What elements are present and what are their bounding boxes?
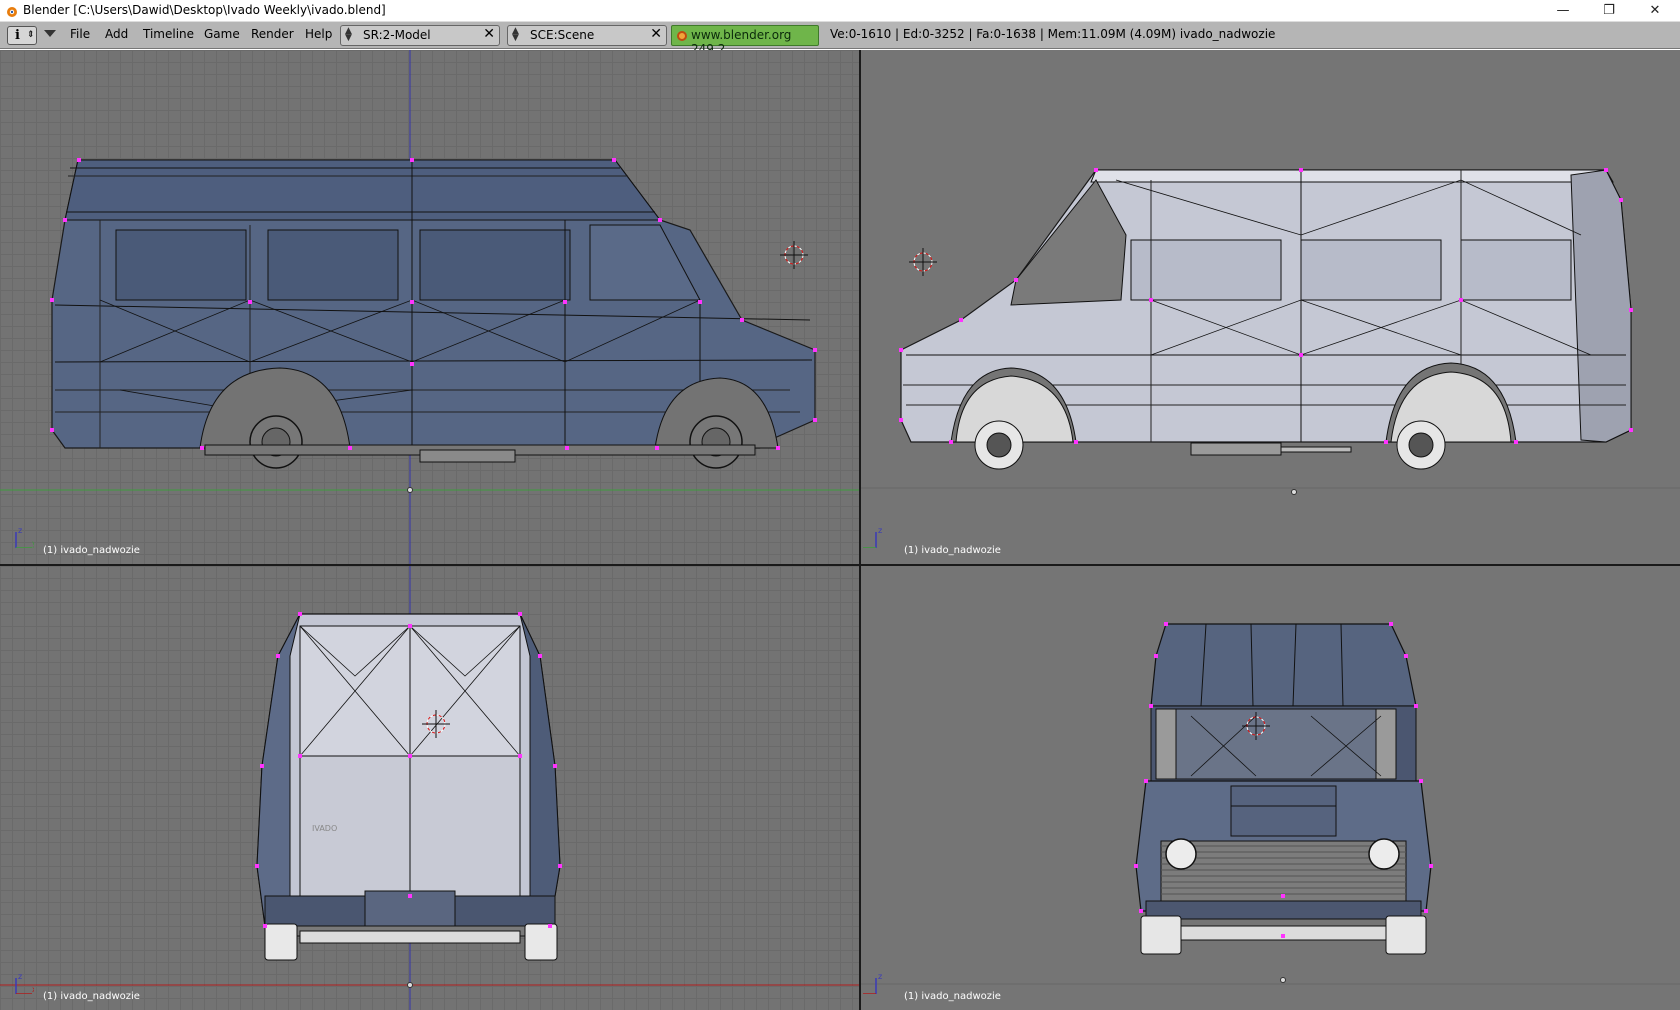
blender-header: i ⇕ File Add Timeline Game Render Help ▲ ▼… bbox=[0, 22, 1680, 56]
van-side-shaded-mesh bbox=[861, 168, 1680, 495]
van-rear-mesh: IVADO bbox=[0, 566, 859, 1010]
scene-stats: Ve:0-1610 | Ed:0-3252 | Fa:0-1638 | Mem:… bbox=[830, 27, 1276, 41]
viewport-side-left[interactable]: z y (1) ivado_nadwozie bbox=[0, 50, 859, 564]
screen-selector[interactable]: ▲ ▼ SR:2-Model ✕ bbox=[340, 25, 500, 46]
viewport-object-label: (1) ivado_nadwozie bbox=[43, 545, 140, 556]
updown-arrows-icon: ▲ ▼ bbox=[345, 26, 352, 43]
info-icon: i bbox=[15, 28, 20, 43]
viewport-vertical-divider[interactable] bbox=[859, 50, 861, 1010]
van-side-mesh bbox=[0, 50, 859, 564]
viewport-rear[interactable]: IVADO z x (1) ivado_nadwozie bbox=[0, 566, 859, 1010]
blender-logo-icon bbox=[677, 31, 687, 41]
delete-screen-icon[interactable]: ✕ bbox=[483, 26, 495, 42]
svg-text:x: x bbox=[32, 985, 34, 994]
collapse-menu-icon[interactable] bbox=[44, 30, 56, 37]
svg-text:z: z bbox=[878, 972, 882, 981]
axis-gizmo-icon: z y bbox=[15, 526, 34, 548]
scene-selector[interactable]: ▲ ▼ SCE:Scene ✕ bbox=[507, 25, 667, 46]
viewport-side-right[interactable]: z (1) ivado_nadwozie bbox=[861, 50, 1680, 564]
viewport-object-label: (1) ivado_nadwozie bbox=[904, 545, 1001, 556]
menu-file[interactable]: File bbox=[70, 27, 90, 41]
updown-arrows-icon: ⇕ bbox=[27, 30, 35, 40]
viewport-object-label: (1) ivado_nadwozie bbox=[43, 991, 140, 1002]
updown-arrows-icon: ▲ ▼ bbox=[512, 26, 519, 43]
svg-text:z: z bbox=[18, 526, 22, 535]
window-titlebar: Blender [C:\Users\Dawid\Desktop\Ivado We… bbox=[0, 0, 1680, 22]
minimize-button[interactable]: — bbox=[1540, 0, 1586, 22]
van-front-mesh bbox=[861, 622, 1680, 985]
close-window-button[interactable]: ✕ bbox=[1632, 0, 1678, 22]
menu-timeline[interactable]: Timeline bbox=[143, 27, 194, 41]
axis-gizmo-icon: z bbox=[863, 526, 882, 548]
blender-logo-icon bbox=[7, 7, 17, 17]
3d-cursor-icon[interactable] bbox=[909, 248, 937, 276]
viewport-front[interactable]: z (1) ivado_nadwozie bbox=[861, 566, 1680, 1010]
menu-game[interactable]: Game bbox=[204, 27, 240, 41]
svg-text:z: z bbox=[878, 526, 882, 535]
svg-text:IVADO: IVADO bbox=[312, 824, 337, 833]
info-window-type-button[interactable]: i ⇕ bbox=[7, 26, 37, 45]
svg-text:z: z bbox=[18, 972, 22, 981]
axis-gizmo-icon: z x bbox=[15, 972, 34, 994]
window-title: Blender [C:\Users\Dawid\Desktop\Ivado We… bbox=[23, 3, 386, 17]
menu-add[interactable]: Add bbox=[105, 27, 128, 41]
viewport-horizontal-divider[interactable] bbox=[0, 564, 1680, 566]
blender-website-link[interactable]: www.blender.org 249.2 bbox=[671, 25, 819, 56]
menu-render[interactable]: Render bbox=[251, 27, 294, 41]
maximize-button[interactable]: ❐ bbox=[1586, 0, 1632, 22]
menu-help[interactable]: Help bbox=[305, 27, 332, 41]
axis-gizmo-icon: z bbox=[863, 972, 882, 994]
svg-text:y: y bbox=[32, 539, 34, 548]
viewport-object-label: (1) ivado_nadwozie bbox=[904, 991, 1001, 1002]
delete-scene-icon[interactable]: ✕ bbox=[650, 26, 662, 42]
3d-cursor-icon[interactable] bbox=[780, 241, 808, 269]
